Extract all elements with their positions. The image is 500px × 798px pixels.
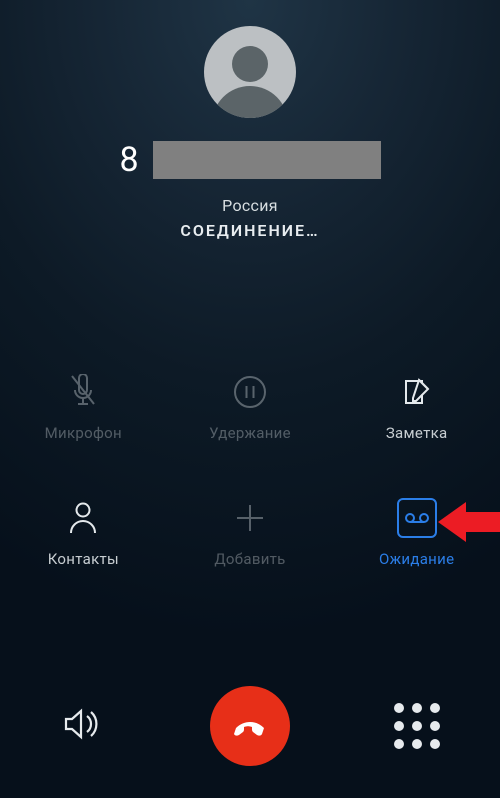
plus-icon <box>230 498 270 538</box>
phone-hangup-icon <box>228 704 272 748</box>
add-button[interactable]: Добавить <box>167 498 334 568</box>
speaker-button[interactable] <box>62 707 104 745</box>
annotation-arrow-icon <box>438 498 500 546</box>
call-status: СОЕДИНЕНИЕ… <box>0 221 500 240</box>
note-button[interactable]: Заметка <box>333 372 500 442</box>
hold-button[interactable]: Удержание <box>167 372 334 442</box>
phone-number-redacted <box>153 141 381 179</box>
add-label: Добавить <box>214 550 285 568</box>
mute-label: Микрофон <box>45 424 122 442</box>
phone-number-prefix: 8 <box>119 140 138 180</box>
end-call-button[interactable] <box>210 686 290 766</box>
note-label: Заметка <box>386 424 448 442</box>
contacts-button[interactable]: Контакты <box>0 498 167 568</box>
mute-button[interactable]: Микрофон <box>0 372 167 442</box>
hold-label: Удержание <box>209 424 291 442</box>
contacts-label: Контакты <box>48 550 119 568</box>
microphone-off-icon <box>63 372 103 412</box>
waiting-label: Ожидание <box>379 550 454 568</box>
pause-circle-icon <box>230 372 270 412</box>
compose-note-icon <box>397 372 437 412</box>
dialpad-dot-icon <box>394 703 404 713</box>
voicemail-icon <box>397 498 437 538</box>
dialpad-button[interactable] <box>394 703 440 749</box>
speaker-icon <box>62 707 104 741</box>
country-label: Россия <box>0 196 500 215</box>
phone-number-row: 8 <box>0 140 500 180</box>
person-icon <box>63 498 103 538</box>
avatar <box>204 26 296 118</box>
